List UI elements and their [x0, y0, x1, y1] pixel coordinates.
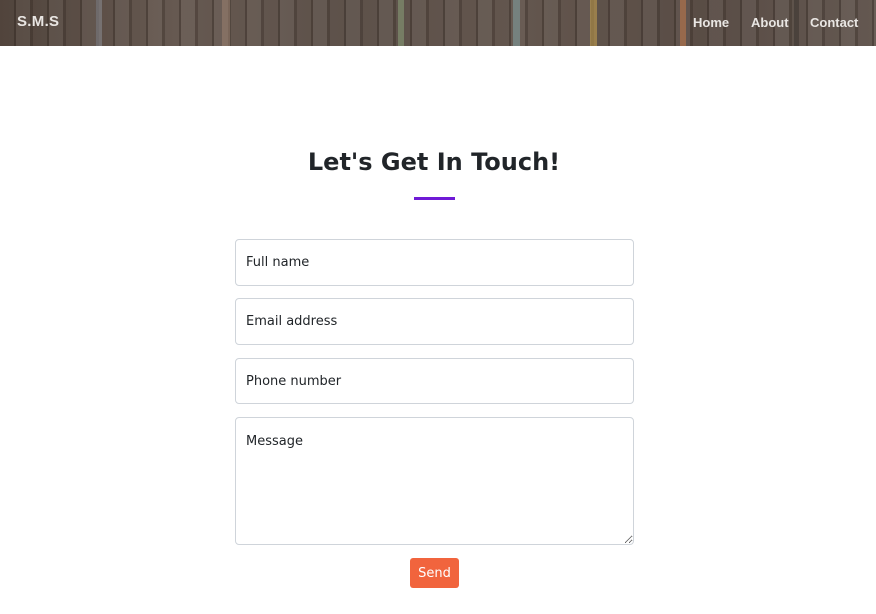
navbar: S.M.S Home About Contact — [0, 0, 876, 46]
hero-stripe — [513, 0, 520, 46]
nav-contact-link[interactable]: Contact — [810, 15, 858, 30]
contact-heading: Let's Get In Touch! — [307, 148, 561, 176]
hero-stripe — [96, 0, 102, 46]
nav-home-link[interactable]: Home — [693, 15, 729, 30]
hero-stripe — [794, 0, 799, 46]
brand-logo[interactable]: S.M.S — [17, 13, 59, 30]
full-name-input[interactable] — [235, 239, 634, 286]
message-textarea[interactable] — [235, 417, 634, 545]
hero-stripe — [398, 0, 404, 46]
hero-stripe — [680, 0, 686, 46]
hero-stripe — [222, 0, 230, 46]
hero-stripe — [590, 0, 597, 46]
phone-input[interactable] — [235, 358, 634, 404]
nav-about-link[interactable]: About — [751, 15, 789, 30]
send-button[interactable]: Send — [410, 558, 459, 588]
email-input[interactable] — [235, 298, 634, 345]
heading-divider — [414, 197, 455, 200]
